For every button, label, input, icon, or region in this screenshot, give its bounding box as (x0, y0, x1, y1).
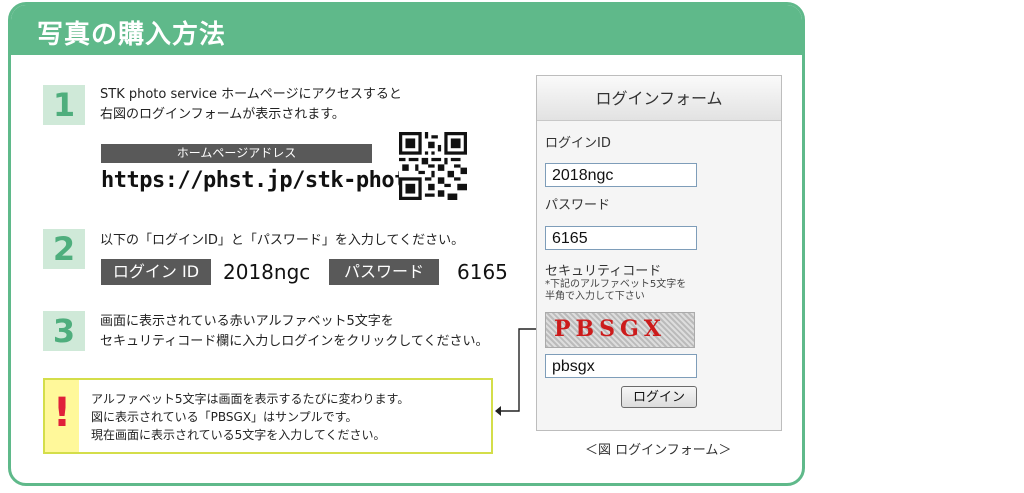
warning-line-1: アルファベット5文字は画面を表示するたびに変わります。 (91, 392, 410, 406)
security-code-note: *下記のアルファベット5文字を 半角で入力して下さい (545, 279, 686, 303)
warning-line-2: 図に表示されている「PBSGX」はサンプルです。 (91, 410, 358, 424)
password-label: パスワード (329, 259, 439, 285)
password-field-label: パスワード (545, 198, 611, 213)
warning-mark-icon: ! (45, 380, 79, 452)
password-input[interactable]: 6165 (545, 226, 697, 250)
captcha-image: PBSGX (545, 312, 695, 348)
login-form: ログインフォーム ログインID 2018ngc パスワード 6165 セキュリテ… (536, 75, 782, 431)
qr-code-icon (399, 132, 467, 200)
warning-line-3: 現在画面に表示されている5文字を入力してください。 (91, 428, 386, 442)
security-code-input[interactable]: pbsgx (545, 354, 697, 378)
step-1-number: 1 (43, 85, 85, 125)
login-id-field-label: ログインID (545, 136, 611, 151)
address-label: ホームページアドレス (101, 144, 372, 163)
security-code-note-line-1: *下記のアルファベット5文字を (545, 279, 687, 290)
step-1-line-1: STK photo service ホームページにアクセスすると (100, 87, 402, 102)
header-bar: 写真の購入方法 (11, 5, 802, 55)
page-title: 写真の購入方法 (37, 20, 227, 50)
step-3-line-2: セキュリティコード欄に入力しログインをクリックしてください。 (100, 334, 489, 349)
step-1-line-2: 右図のログインフォームが表示されます。 (100, 107, 345, 122)
password-value: 6165 (457, 260, 508, 284)
login-id-input[interactable]: 2018ngc (545, 163, 697, 187)
step-3-number: 3 (43, 311, 85, 351)
security-code-note-line-2: 半角で入力して下さい (545, 291, 645, 302)
warning-box: ! アルファベット5文字は画面を表示するたびに変わります。 図に表示されている「… (43, 378, 493, 454)
instructions-panel: 写真の購入方法 1 STK photo service ホームページにアクセスす… (8, 2, 805, 486)
login-button[interactable]: ログイン (621, 386, 697, 408)
login-id-value: 2018ngc (223, 260, 311, 284)
login-form-title: ログインフォーム (537, 76, 781, 121)
step-3-line-1: 画面に表示されている赤いアルファベット5文字を (100, 314, 394, 329)
security-code-label: セキュリティコード (545, 264, 662, 279)
login-form-caption: ＜図 ログインフォーム＞ (585, 443, 732, 458)
warning-text: アルファベット5文字は画面を表示するたびに変わります。 図に表示されている「PB… (91, 390, 409, 444)
homepage-url[interactable]: https://phst.jp/stk-photo/ (101, 168, 433, 193)
step-2-number: 2 (43, 229, 85, 269)
login-id-label: ログイン ID (101, 259, 211, 285)
step-2-line-1: 以下の「ログインID」と「パスワード」を入力してください。 (100, 233, 465, 248)
